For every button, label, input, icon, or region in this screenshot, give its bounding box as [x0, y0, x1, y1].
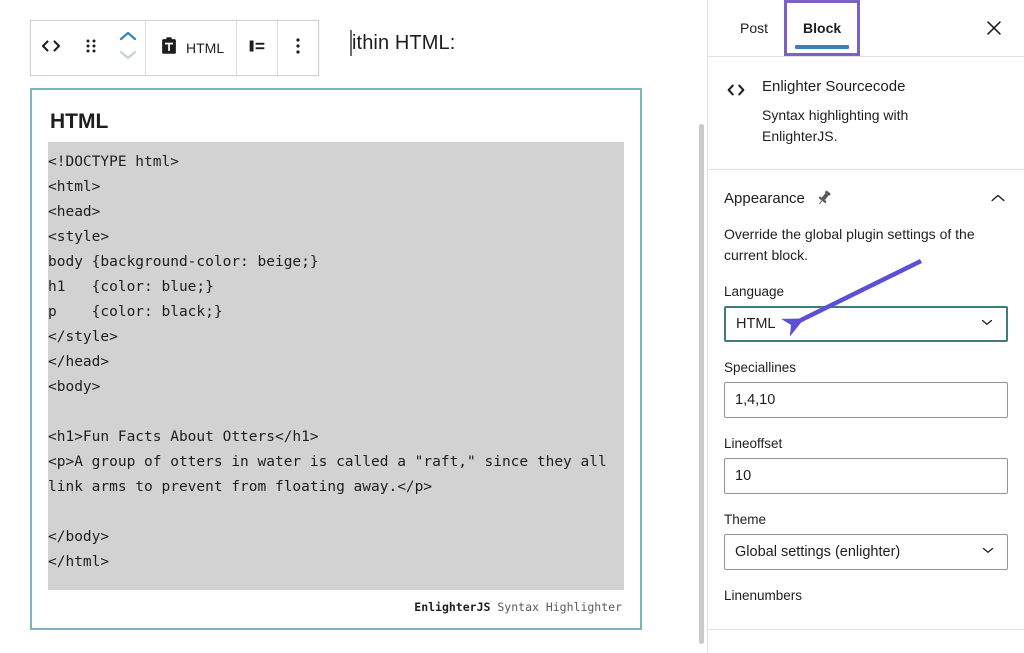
- appearance-panel-title: Appearance: [724, 190, 805, 207]
- chevron-up-icon: [118, 29, 138, 48]
- clipboard-html-icon: [158, 35, 180, 62]
- field-language-label: Language: [724, 284, 1008, 299]
- tab-post-label: Post: [740, 20, 768, 36]
- block-type-code-icon-button[interactable]: [31, 21, 71, 75]
- tab-active-indicator: [795, 45, 849, 49]
- code-block-footer-brand: EnlighterJS: [414, 600, 490, 614]
- chevron-down-icon: [978, 313, 996, 335]
- align-left-icon: [246, 35, 268, 62]
- more-options-button[interactable]: [278, 21, 318, 75]
- field-lineoffset: Lineoffset 10: [724, 436, 1008, 494]
- editor-scrollbar[interactable]: [697, 0, 707, 653]
- field-linenumbers: Linenumbers: [724, 588, 1008, 603]
- lineoffset-input-value: 10: [735, 468, 751, 484]
- block-toolbar[interactable]: HTML: [30, 20, 319, 76]
- code-block-body[interactable]: <!DOCTYPE html> <html> <head> <style> bo…: [48, 142, 624, 590]
- sidebar-tabs: Post Block: [708, 0, 1024, 57]
- appearance-panel-body: Override the global plugin settings of t…: [708, 224, 1024, 629]
- code-block-title: HTML: [50, 110, 624, 134]
- toolbar-group-language: HTML: [146, 21, 237, 75]
- code-block-source[interactable]: <!DOCTYPE html> <html> <head> <style> bo…: [48, 150, 624, 575]
- editor-scrollbar-thumb[interactable]: [699, 124, 704, 644]
- block-info-description: Syntax highlighting with EnlighterJS.: [762, 105, 967, 147]
- language-select-value: HTML: [736, 316, 775, 332]
- move-block-up-button[interactable]: [117, 30, 139, 48]
- tab-block-label: Block: [803, 20, 841, 36]
- code-brackets-icon: [39, 34, 63, 63]
- field-linenumbers-label: Linenumbers: [724, 588, 1008, 603]
- toolbar-group-align: [237, 21, 278, 75]
- pin-icon[interactable]: [814, 188, 834, 208]
- field-speciallines: Speciallines 1,4,10: [724, 360, 1008, 418]
- tab-block[interactable]: Block: [784, 0, 860, 56]
- field-theme: Theme Global settings (enlighter): [724, 512, 1008, 570]
- html-language-button-label: HTML: [186, 40, 224, 56]
- theme-select[interactable]: Global settings (enlighter): [724, 534, 1008, 570]
- lineoffset-input[interactable]: 10: [724, 458, 1008, 494]
- settings-sidebar: Post Block Enli: [707, 0, 1024, 653]
- enlighter-sourcecode-block[interactable]: HTML <!DOCTYPE html> <html> <head> <styl…: [30, 88, 642, 630]
- drag-handle-button[interactable]: [71, 21, 111, 75]
- appearance-panel: Appearance: [708, 170, 1024, 630]
- align-button[interactable]: [237, 21, 277, 75]
- toolbar-group-more: [278, 21, 318, 75]
- field-language: Language HTML: [724, 284, 1008, 342]
- speciallines-input[interactable]: 1,4,10: [724, 382, 1008, 418]
- move-block-down-button[interactable]: [117, 49, 139, 67]
- vertical-dots-icon: [286, 34, 310, 63]
- html-language-button[interactable]: HTML: [146, 21, 236, 75]
- block-info-title: Enlighter Sourcecode: [762, 77, 967, 97]
- close-sidebar-button[interactable]: [978, 14, 1010, 46]
- chevron-up-icon[interactable]: [988, 188, 1008, 208]
- tab-post[interactable]: Post: [724, 0, 784, 56]
- chevron-down-icon: [118, 48, 138, 67]
- toolbar-group-block-controls: [31, 21, 146, 75]
- block-info-card: Enlighter Sourcecode Syntax highlighting…: [708, 57, 1024, 170]
- editor-canvas: ithin HTML:: [0, 0, 690, 653]
- close-icon: [983, 17, 1005, 44]
- appearance-panel-header[interactable]: Appearance: [708, 170, 1024, 224]
- theme-select-value: Global settings (enlighter): [735, 544, 900, 560]
- block-info-text: Enlighter Sourcecode Syntax highlighting…: [762, 77, 967, 147]
- speciallines-input-value: 1,4,10: [735, 392, 775, 408]
- chevron-down-icon: [979, 541, 997, 563]
- drag-dots-icon: [79, 34, 103, 63]
- code-block-footer-text: Syntax Highlighter: [497, 600, 622, 614]
- field-theme-label: Theme: [724, 512, 1008, 527]
- appearance-help-text: Override the global plugin settings of t…: [724, 224, 1008, 266]
- field-speciallines-label: Speciallines: [724, 360, 1008, 375]
- code-block-footer: EnlighterJS Syntax Highlighter: [48, 590, 624, 614]
- canvas-paragraph-text[interactable]: ithin HTML:: [352, 32, 455, 55]
- block-mover-controls: [111, 21, 145, 75]
- code-brackets-icon: [724, 78, 748, 102]
- wordpress-block-editor-screen: ithin HTML:: [0, 0, 1024, 653]
- field-lineoffset-label: Lineoffset: [724, 436, 1008, 451]
- language-select[interactable]: HTML: [724, 306, 1008, 342]
